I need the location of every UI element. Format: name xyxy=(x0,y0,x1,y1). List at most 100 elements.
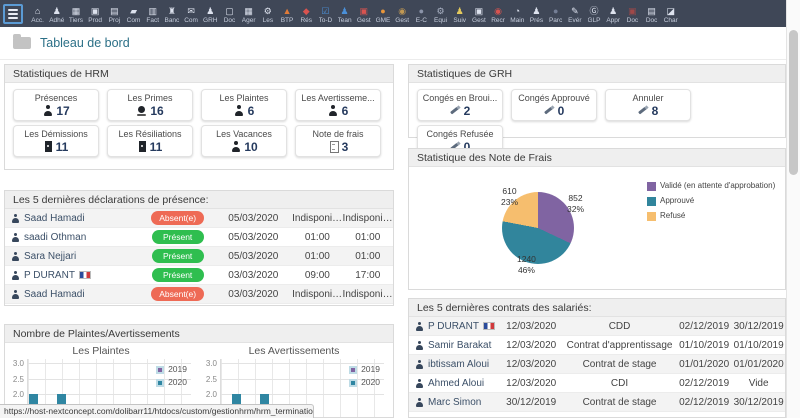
stat-card-annuler[interactable]: Annuler8 xyxy=(605,89,691,121)
section-grh-stats: Statistiques de GRH Congés en Broui...2C… xyxy=(408,64,786,138)
presence-row[interactable]: Saad HamadiAbsent(e)03/03/2020Indisponib… xyxy=(5,285,393,304)
attendance-icon: ♟ xyxy=(532,6,540,17)
nav-item-team[interactable]: ♟Tean xyxy=(335,4,354,24)
documents-icon: ▢ xyxy=(225,6,234,17)
presence-row[interactable]: Sara NejjariPrésent05/03/202001:0001:00 xyxy=(5,247,393,266)
status-badge: Présent xyxy=(152,268,204,282)
contract-row[interactable]: Samir Barakat12/03/2020Contrat d'apprent… xyxy=(409,336,785,355)
status-badge: Absent(e) xyxy=(151,287,204,301)
nav-item-maintenance[interactable]: ◔Main xyxy=(508,4,527,24)
invoices-icon: ▥ xyxy=(148,6,157,17)
nav-item-approvals[interactable]: ♟Appr xyxy=(604,4,623,24)
nav-item-doc-ged[interactable]: ▤Doc xyxy=(642,4,661,24)
contracts-table: P DURANT12/03/2020CDD02/12/201930/12/201… xyxy=(409,317,785,412)
nav-item-invoices[interactable]: ▥Fact xyxy=(143,4,162,24)
nav-item-bank[interactable]: ♜Banc xyxy=(162,4,181,24)
glp-icon: Ⓖ xyxy=(590,6,599,17)
nav-item-mail[interactable]: ✉Com xyxy=(182,4,201,24)
pie-legend: Validé (en attente d'approbation)Approuv… xyxy=(647,181,775,226)
nav-item-network[interactable]: ◆Rés xyxy=(297,4,316,24)
stat-card-conges-approuve[interactable]: Congés Approuvé0 xyxy=(511,89,597,121)
stat-card-vacances[interactable]: Les Vacances10 xyxy=(201,125,287,157)
presence-row[interactable]: Saad HamadiAbsent(e)05/03/2020Indisponib… xyxy=(5,209,393,228)
scrollbar-thumb[interactable] xyxy=(789,30,798,175)
nav-item-label: E-C xyxy=(416,17,427,24)
management-1-icon: ▣ xyxy=(360,6,369,17)
nav-item-btp[interactable]: ▲BTP xyxy=(277,4,296,24)
stat-card-value: 6 xyxy=(234,104,255,118)
vertical-scrollbar[interactable] xyxy=(786,0,800,418)
nav-item-projects[interactable]: ▤Proj xyxy=(105,4,124,24)
employee-link[interactable]: Saad Hamadi xyxy=(5,213,141,224)
nav-item-management-2[interactable]: ◉Gest xyxy=(393,4,412,24)
presence-row[interactable]: saadi OthmanPrésent05/03/202001:0001:00 xyxy=(5,228,393,247)
employee-link[interactable]: Ahmed Aloui xyxy=(409,378,499,389)
employee-link[interactable]: Samir Barakat xyxy=(409,340,499,351)
employee-link[interactable]: ibtissam Aloui xyxy=(409,359,499,370)
nav-item-follow-up[interactable]: ♟Suiv xyxy=(450,4,469,24)
employee-link[interactable]: Marc Simon xyxy=(409,397,499,408)
nav-item-home[interactable]: ⌂Acc. xyxy=(28,4,47,24)
nav-item-management-3[interactable]: ▣Gest xyxy=(469,4,488,24)
nav-item-gme[interactable]: ●GME xyxy=(373,4,392,24)
nav-item-agenda[interactable]: ▦Ager xyxy=(239,4,258,24)
employee-link[interactable]: Saad Hamadi xyxy=(5,289,141,300)
stat-card-demissions[interactable]: Les Démissions11 xyxy=(13,125,99,157)
stat-card-note-de-frais[interactable]: Note de frais3 xyxy=(295,125,381,157)
employee-link[interactable]: P DURANT xyxy=(409,321,499,332)
nav-item-documents[interactable]: ▢Doc xyxy=(220,4,239,24)
contract-row[interactable]: P DURANT12/03/2020CDD02/12/201930/12/201… xyxy=(409,317,785,336)
nav-item-fleet[interactable]: ●Parc xyxy=(546,4,565,24)
stat-card-presences[interactable]: Présences17 xyxy=(13,89,99,121)
section-title-grh: Statistiques de GRH xyxy=(409,65,785,83)
nav-item-label: Gest xyxy=(472,17,486,24)
contract-date: 12/03/2020 xyxy=(499,378,563,389)
employee-link[interactable]: Sara Nejjari xyxy=(5,251,141,262)
stat-card-plaintes[interactable]: Les Plaintes6 xyxy=(201,89,287,121)
nav-item-recruitment[interactable]: ◉Recr xyxy=(489,4,508,24)
nav-item-label: Doc xyxy=(627,17,639,24)
contract-start-date: 02/12/2019 xyxy=(676,321,732,332)
employee-name: Saad Hamadi xyxy=(24,213,85,224)
contract-row[interactable]: Ahmed Aloui12/03/2020CDI02/12/2019Vide xyxy=(409,374,785,393)
pie-label-valide: 85232% xyxy=(567,193,584,216)
stat-card-count: 11 xyxy=(56,140,69,154)
stat-card-count: 0 xyxy=(558,104,565,118)
contract-row[interactable]: Marc Simon30/12/2019Contrat de stage02/1… xyxy=(409,393,785,412)
nav-item-equipment[interactable]: ⚙Équi xyxy=(431,4,450,24)
nav-item-events[interactable]: ✎Evér xyxy=(565,4,584,24)
stat-card-value: 2 xyxy=(450,104,471,118)
status-badge: Présent xyxy=(152,230,204,244)
nav-item-third-parties[interactable]: ▦Tiers xyxy=(66,4,85,24)
stat-card-conges-brouillon[interactable]: Congés en Broui...2 xyxy=(417,89,503,121)
legend-label: 2020 xyxy=(168,378,187,388)
employee-link[interactable]: saadi Othman xyxy=(5,232,141,243)
nav-item-glp[interactable]: ⒼGLP xyxy=(584,4,603,24)
nav-item-attendance[interactable]: ♟Prés xyxy=(527,4,546,24)
signature-icon xyxy=(450,105,461,116)
contract-row[interactable]: ibtissam Aloui12/03/2020Contrat de stage… xyxy=(409,355,785,374)
charts-icon: ◪ xyxy=(667,6,676,17)
nav-item-doc-media[interactable]: ▣Doc xyxy=(623,4,642,24)
stat-card-primes[interactable]: Les Primes16 xyxy=(107,89,193,121)
stat-card-avertissements[interactable]: Les Avertisseme...6 xyxy=(295,89,381,121)
nav-item-management-1[interactable]: ▣Gest xyxy=(354,4,373,24)
nav-item-label: Suiv xyxy=(453,17,466,24)
nav-item-hr-grh[interactable]: ♟GRH xyxy=(201,4,220,24)
french-flag-icon xyxy=(79,271,91,279)
nav-item-tools[interactable]: ⚙Les xyxy=(258,4,277,24)
nav-item-charts[interactable]: ◪Char xyxy=(661,4,680,24)
nav-item-products[interactable]: ▣Prod xyxy=(86,4,105,24)
nav-item-todo[interactable]: ☑To-D xyxy=(316,4,335,24)
nav-item-label: Tiers xyxy=(69,17,83,24)
stat-card-resiliations[interactable]: Les Résiliations11 xyxy=(107,125,193,157)
legend-entry: 2019 xyxy=(349,365,380,375)
presence-row[interactable]: P DURANTPrésent03/03/202009:0017:00 xyxy=(5,266,393,285)
employee-link[interactable]: P DURANT xyxy=(5,270,141,281)
nav-item-ecommerce[interactable]: ●E-C xyxy=(412,4,431,24)
hamburger-menu-button[interactable] xyxy=(3,4,23,24)
nav-item-members[interactable]: ♟Adhé xyxy=(47,4,66,24)
stat-card-value: 16 xyxy=(136,104,163,118)
navbar-items: ⌂Acc.♟Adhé▦Tiers▣Prod▤Proj▰Com▥Fact♜Banc… xyxy=(28,4,680,24)
nav-item-commercial[interactable]: ▰Com xyxy=(124,4,143,24)
